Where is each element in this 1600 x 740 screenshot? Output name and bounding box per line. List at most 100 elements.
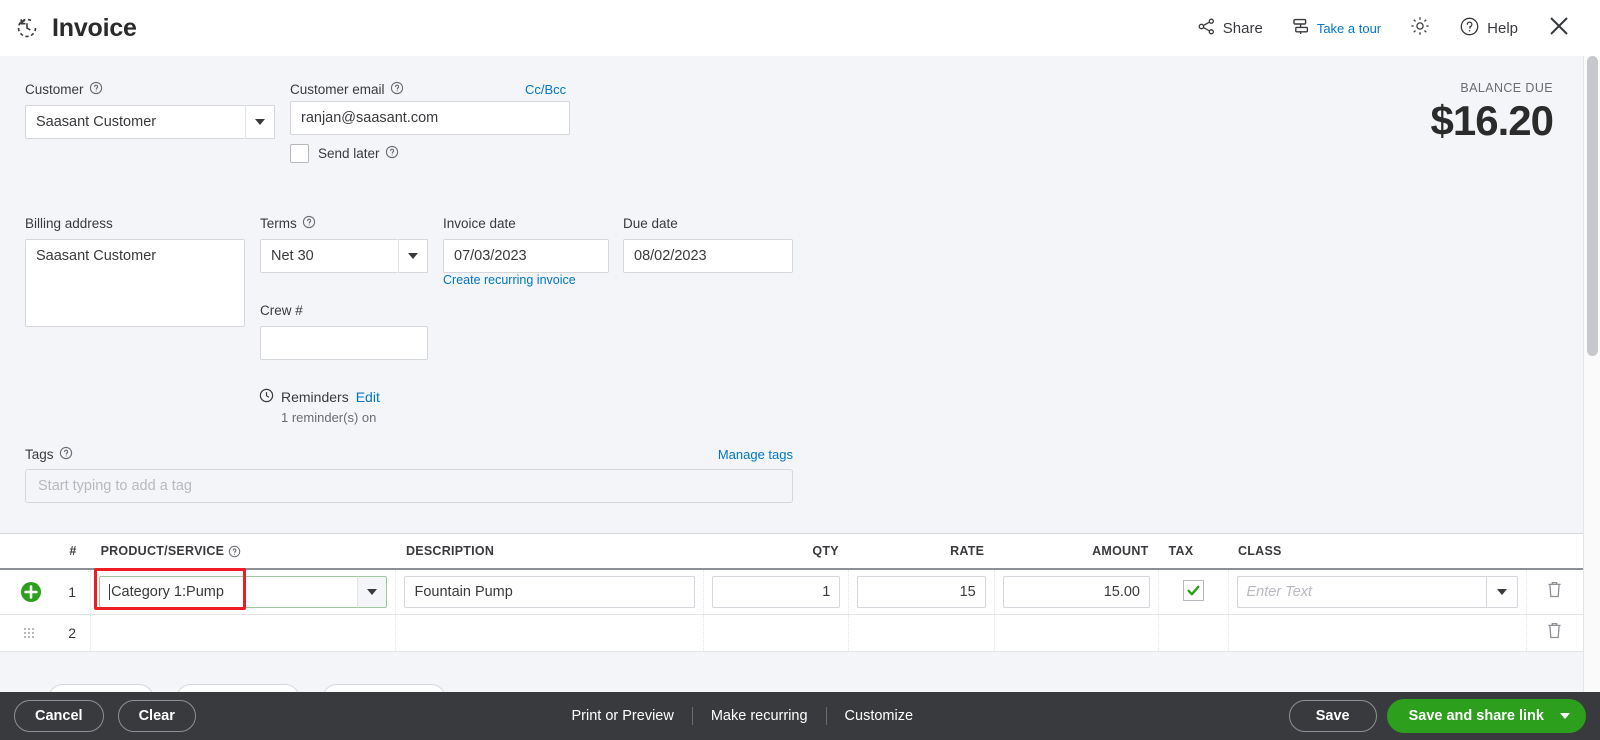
scrollbar-thumb[interactable] <box>1587 56 1598 356</box>
billing-address-textarea[interactable]: Saasant Customer <box>25 239 245 327</box>
due-date-input[interactable]: 08/02/2023 <box>623 239 793 273</box>
reminders-block: Reminders Edit 1 reminder(s) on <box>259 388 380 425</box>
help-icon[interactable] <box>59 446 73 463</box>
customer-field-group: Customer Saasant Customer <box>25 81 275 139</box>
share-icon <box>1197 17 1216 40</box>
drag-handle-icon[interactable] <box>24 627 36 638</box>
row-number: 1 <box>48 568 92 615</box>
billing-address-label: Billing address <box>25 216 113 231</box>
invoice-date-group: Invoice date 07/03/2023 <box>443 215 609 273</box>
terms-select[interactable]: Net 30 <box>260 239 428 273</box>
clock-back-icon <box>14 15 40 41</box>
customer-email-label: Customer email <box>290 81 404 98</box>
row-number: 2 <box>48 614 92 652</box>
product-service-input[interactable]: Category 1:Pump <box>99 575 358 608</box>
header-spacer <box>0 534 49 570</box>
tax-checkbox[interactable] <box>1182 580 1204 602</box>
amount-input[interactable]: 15.00 <box>1002 575 1150 608</box>
row-qty-cell[interactable] <box>703 614 850 652</box>
close-button[interactable] <box>1532 8 1586 48</box>
chevron-down-icon[interactable] <box>1559 713 1570 719</box>
row-product-service-cell: Category 1:Pump <box>90 567 397 615</box>
take-a-tour-button[interactable]: Take a tour <box>1277 8 1395 48</box>
row-product-service-cell[interactable] <box>90 614 397 652</box>
row-class-cell[interactable] <box>1228 614 1527 652</box>
share-label: Share <box>1222 19 1263 37</box>
qty-input[interactable]: 1 <box>712 575 841 608</box>
send-later-label: Send later <box>318 145 399 162</box>
header-description: DESCRIPTION <box>395 534 704 570</box>
trash-icon[interactable] <box>1546 621 1563 645</box>
product-service-select[interactable]: Category 1:Pump <box>94 567 388 610</box>
help-button[interactable]: Help <box>1445 8 1532 48</box>
row-tax-cell[interactable] <box>1158 614 1229 652</box>
page-scrollbar[interactable] <box>1583 56 1600 692</box>
trash-icon[interactable] <box>1546 580 1563 604</box>
add-line-icon[interactable] <box>20 581 42 603</box>
close-icon <box>1546 13 1572 43</box>
invoice-page: Invoice Share Take a tour Help Customer … <box>0 0 1600 740</box>
product-service-dropdown-arrow[interactable] <box>357 575 388 608</box>
row-amount-cell[interactable] <box>994 614 1160 652</box>
customer-value[interactable]: Saasant Customer <box>25 105 245 139</box>
share-button[interactable]: Share <box>1183 8 1277 48</box>
send-later-checkbox[interactable] <box>290 144 309 163</box>
customer-select[interactable]: Saasant Customer <box>25 105 275 139</box>
save-and-share-link-button[interactable]: Save and share link <box>1386 699 1586 733</box>
chevron-down-icon <box>255 119 265 125</box>
take-a-tour-label: Take a tour <box>1316 20 1382 36</box>
tags-label: Tags <box>25 446 73 463</box>
row-rate-cell: 15 <box>848 568 995 615</box>
gear-icon <box>1409 15 1431 41</box>
billing-address-group: Billing address Saasant Customer <box>25 215 245 327</box>
print-or-preview-button[interactable]: Print or Preview <box>554 707 693 725</box>
help-icon[interactable] <box>228 545 241 559</box>
cc-bcc-link[interactable]: Cc/Bcc <box>525 82 566 97</box>
create-recurring-invoice-link[interactable]: Create recurring invoice <box>443 273 576 287</box>
class-input[interactable]: Enter Text <box>1236 575 1486 608</box>
help-icon[interactable] <box>302 215 316 232</box>
invoice-form: Customer Saasant Customer Customer email <box>0 56 1583 533</box>
row-delete-cell <box>1526 568 1583 615</box>
rate-input[interactable]: 15 <box>857 575 986 608</box>
row-rate-cell[interactable] <box>848 614 995 652</box>
clear-button[interactable]: Clear <box>117 700 196 732</box>
customer-dropdown-arrow[interactable] <box>245 105 275 139</box>
row-drag-cell <box>0 614 49 652</box>
class-dropdown-arrow[interactable] <box>1485 575 1518 608</box>
help-icon[interactable] <box>385 145 399 162</box>
manage-tags-link[interactable]: Manage tags <box>718 447 793 462</box>
header-amount: AMOUNT <box>994 534 1159 570</box>
class-select[interactable]: Enter Text <box>1236 575 1518 608</box>
help-icon[interactable] <box>390 81 404 98</box>
crew-group: Crew # <box>260 302 428 360</box>
row-description-cell[interactable] <box>395 614 705 652</box>
help-icon[interactable] <box>89 81 103 98</box>
row-amount-cell: 15.00 <box>994 568 1160 615</box>
terms-dropdown-arrow[interactable] <box>398 239 428 273</box>
settings-button[interactable] <box>1395 8 1445 48</box>
row-add-cell <box>0 568 49 615</box>
customize-button[interactable]: Customize <box>827 707 932 725</box>
tags-header: Tags Manage tags <box>25 446 793 463</box>
header-num: # <box>48 534 91 570</box>
footer-links: Print or Preview Make recurring Customiz… <box>554 707 932 725</box>
cancel-button[interactable]: Cancel <box>14 700 104 732</box>
page-header: Invoice Share Take a tour Help <box>0 0 1600 56</box>
customer-label: Customer <box>25 81 103 98</box>
description-input[interactable]: Fountain Pump <box>404 575 696 608</box>
balance-due-amount: $16.20 <box>1430 97 1554 144</box>
crew-input[interactable] <box>260 326 428 360</box>
tags-input[interactable]: Start typing to add a tag <box>25 469 793 503</box>
make-recurring-button[interactable]: Make recurring <box>693 707 827 725</box>
header-class: CLASS <box>1228 534 1527 570</box>
due-date-label: Due date <box>623 216 678 231</box>
chevron-down-icon <box>408 253 418 259</box>
reminders-edit-link[interactable]: Edit <box>356 389 380 405</box>
save-button[interactable]: Save <box>1288 700 1377 732</box>
terms-value[interactable]: Net 30 <box>260 239 398 273</box>
balance-due-block: BALANCE DUE $16.20 <box>1430 81 1554 144</box>
invoice-date-input[interactable]: 07/03/2023 <box>443 239 609 273</box>
customer-email-input[interactable]: ranjan@saasant.com <box>290 101 570 135</box>
balance-due-label: BALANCE DUE <box>1460 81 1553 95</box>
